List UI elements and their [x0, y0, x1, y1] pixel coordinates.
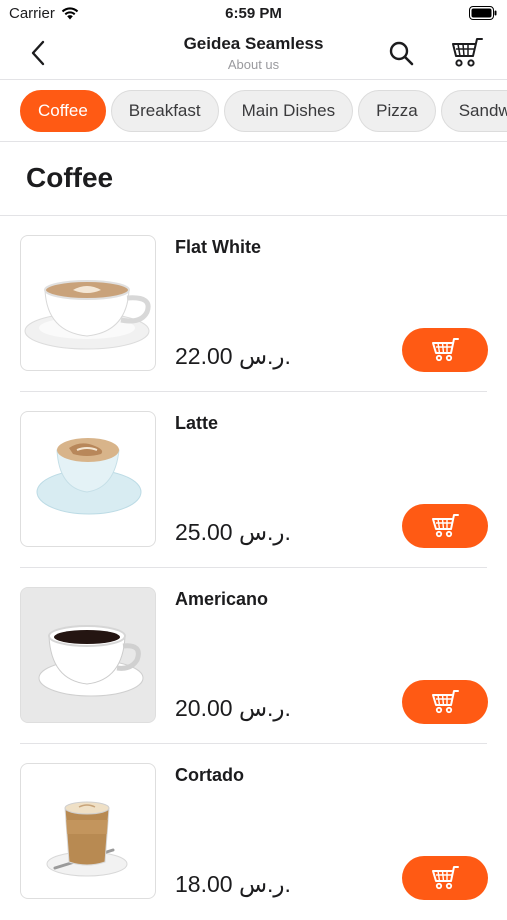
cart-icon [432, 514, 459, 538]
cart-icon [432, 338, 459, 362]
search-icon [389, 41, 414, 66]
cart-icon [432, 690, 459, 714]
product-name: Cortado [175, 765, 244, 785]
category-chip-pizza[interactable]: Pizza [358, 90, 436, 132]
product-list: Flat White 22.00 ر.س. Latte 25.00 ر.س. A… [0, 216, 507, 920]
product-image-flat-white [20, 235, 156, 371]
status-bar: Carrier 6:59 PM [0, 0, 507, 28]
status-time: 6:59 PM [225, 5, 282, 22]
add-to-cart-button[interactable] [402, 856, 488, 900]
product-price: 18.00 ر.س. [175, 871, 291, 897]
category-chip-breakfast[interactable]: Breakfast [110, 90, 219, 132]
back-button[interactable] [24, 38, 52, 68]
about-us-link[interactable]: About us [120, 57, 387, 72]
category-chip-main-dishes[interactable]: Main Dishes [223, 90, 354, 132]
add-to-cart-button[interactable] [402, 504, 488, 548]
section-title: Coffee [26, 162, 114, 193]
nav-title: Geidea Seamless [183, 34, 324, 53]
product-image-latte [20, 411, 156, 547]
battery-icon [469, 6, 497, 20]
search-button[interactable] [386, 38, 418, 70]
product-card[interactable]: Flat White 22.00 ر.س. [0, 216, 507, 392]
add-to-cart-button[interactable] [402, 328, 488, 372]
product-price: 25.00 ر.س. [175, 519, 291, 545]
product-card[interactable]: Americano 20.00 ر.س. [0, 568, 507, 744]
product-name: Americano [175, 589, 269, 609]
cart-button[interactable] [449, 36, 485, 70]
shopping-cart-icon [452, 38, 483, 67]
product-price: 22.00 ر.س. [175, 343, 291, 369]
product-image-cortado [20, 763, 156, 899]
nav-title-group: Geidea Seamless About us [120, 34, 387, 72]
add-to-cart-button[interactable] [402, 680, 488, 724]
product-price: 20.00 ر.س. [175, 695, 291, 721]
product-name: Latte [175, 413, 219, 433]
category-chip-sandwiches[interactable]: Sandwiches [440, 90, 507, 132]
category-chip-coffee[interactable]: Coffee [20, 90, 106, 132]
product-name: Flat White [175, 237, 261, 257]
cart-icon [432, 866, 459, 890]
category-tabs: CoffeeBreakfastMain DishesPizzaSandwiche… [0, 80, 507, 142]
product-card[interactable]: Latte 25.00 ر.س. [0, 392, 507, 568]
product-card[interactable]: Cortado 18.00 ر.س. [0, 744, 507, 920]
chevron-left-icon [31, 40, 45, 66]
product-image-americano [20, 587, 156, 723]
navigation-bar: Geidea Seamless About us [0, 28, 507, 80]
